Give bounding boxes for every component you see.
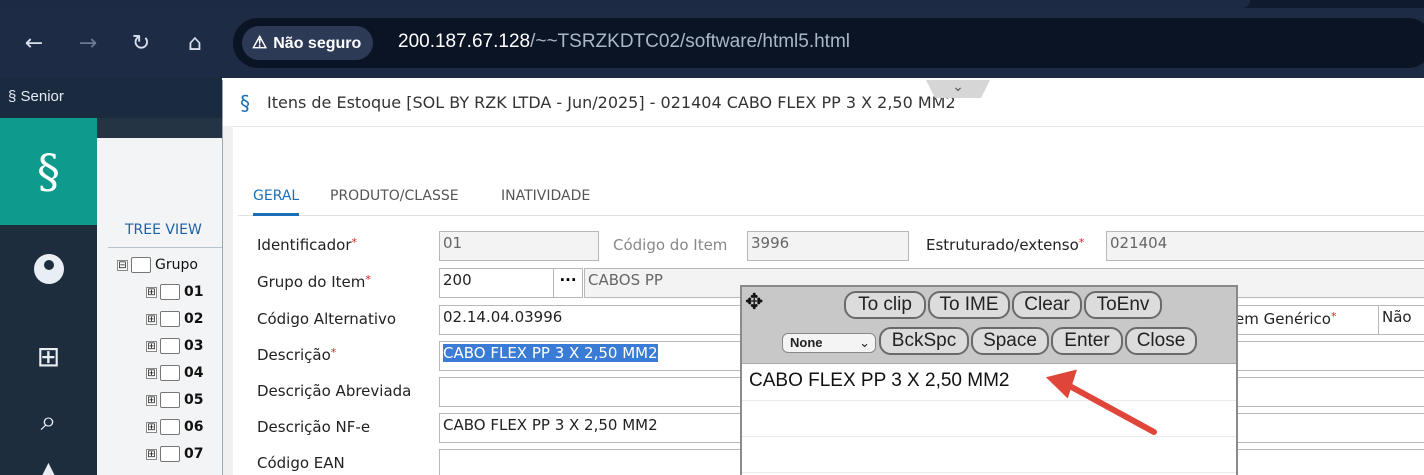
brand: § Senior <box>8 88 64 105</box>
folder-icon <box>160 392 180 408</box>
folder-icon <box>160 311 180 327</box>
home-icon[interactable]: ⌂ <box>181 30 209 58</box>
estruturado-label: Estruturado/extenso* <box>926 236 1085 254</box>
to-env-button[interactable]: ToEnv <box>1084 291 1162 319</box>
chevron-down-icon: ⌄ <box>859 335 870 350</box>
folder-icon <box>160 419 180 435</box>
tab-inatividade[interactable]: INATIVIDADE <box>501 184 590 216</box>
tree-item-label: 04 <box>184 365 204 381</box>
to-clip-button[interactable]: To clip <box>844 291 926 319</box>
identificador-field[interactable]: 01 <box>439 231 599 261</box>
clear-button[interactable]: Clear <box>1012 291 1082 319</box>
tree-view-title: TREE VIEW <box>125 222 202 238</box>
tree-item[interactable]: ⊞ 04 <box>146 365 203 391</box>
tree-item-label: 02 <box>184 311 204 327</box>
ime-mode-select[interactable]: None ⌄ <box>782 333 876 353</box>
close-button[interactable]: Close <box>1125 327 1197 355</box>
tree-item-label: 07 <box>184 446 204 462</box>
descricao-abreviada-label: Descrição Abreviada <box>257 382 412 400</box>
collapse-chevron-icon[interactable]: ⌄ <box>926 80 990 98</box>
address-bar[interactable]: ⚠ Não seguro 200.187.67.128/~~TSRZKDTC02/… <box>233 18 1424 68</box>
expand-icon[interactable]: ⊞ <box>146 421 157 433</box>
folder-icon <box>131 257 151 273</box>
tree-item-label: 03 <box>184 338 204 354</box>
grupo-item-label: Grupo do Item* <box>257 273 371 291</box>
side-rail: § ⊞ ⌕ ▲ <box>0 118 97 475</box>
user-icon[interactable] <box>0 254 97 288</box>
annotation-arrow-icon <box>1045 369 1157 435</box>
tree-item-label: 05 <box>184 392 204 408</box>
tree-item[interactable]: ⊞ 05 <box>146 392 203 418</box>
tab-bar: GERAL PRODUTO/CLASSE INATIVIDADE <box>238 184 1424 216</box>
ime-text-line <box>742 472 1236 473</box>
grupo-lookup-button[interactable]: ··· <box>553 268 583 298</box>
enter-button[interactable]: Enter <box>1051 327 1123 355</box>
apps-grid-icon[interactable]: ⊞ <box>0 340 97 373</box>
ime-text: CABO FLEX PP 3 X 2,50 MM2 <box>749 370 1010 391</box>
expand-icon[interactable]: ⊞ <box>146 313 157 325</box>
tree-item[interactable]: ⊟ Grupo <box>117 257 198 283</box>
window-title: Itens de Estoque [SOL BY RZK LTDA - Jun/… <box>267 93 956 112</box>
window-left-border <box>223 126 233 475</box>
move-icon[interactable]: ✥ <box>745 290 763 315</box>
tree-item[interactable]: ⊞ 02 <box>146 311 203 337</box>
tree-item[interactable]: ⊞ 03 <box>146 338 203 364</box>
folder-icon <box>160 338 180 354</box>
expand-icon[interactable]: ⊞ <box>146 367 157 379</box>
title-divider <box>233 126 1424 127</box>
grupo-item-field[interactable]: 200 <box>439 268 555 298</box>
tree-item-label: 01 <box>184 284 204 300</box>
folder-icon <box>160 446 180 462</box>
estruturado-field[interactable]: 021404 <box>1106 231 1424 261</box>
tree-item-label: 06 <box>184 419 204 435</box>
expand-icon[interactable]: ⊞ <box>146 394 157 406</box>
window-logo-icon: § <box>240 91 250 115</box>
search-icon[interactable]: ⌕ <box>0 404 97 438</box>
tree-item[interactable]: ⊞ 01 <box>146 284 203 310</box>
tab-produto-classe[interactable]: PRODUTO/CLASSE <box>330 184 459 216</box>
to-ime-button[interactable]: To IME <box>928 291 1010 319</box>
tree-panel-header <box>97 118 222 138</box>
warning-icon: ⚠ <box>252 33 268 52</box>
collapse-icon[interactable]: ⊟ <box>117 259 128 271</box>
forward-icon[interactable]: → <box>74 30 102 58</box>
codigo-item-field[interactable]: 3996 <box>747 231 909 261</box>
descricao-selected-text: CABO FLEX PP 3 X 2,50 MM2 <box>443 344 658 362</box>
codigo-alternativo-label: Código Alternativo <box>257 310 397 328</box>
window-titlebar: § Itens de Estoque [SOL BY RZK LTDA - Ju… <box>223 80 1424 126</box>
descricao-nfe-label: Descrição NF-e <box>257 418 371 436</box>
generico-label: em Genérico* <box>1235 310 1337 328</box>
descricao-label: Descrição* <box>257 346 337 364</box>
browser-toolbar: ← → ↻ ⌂ ⚠ Não seguro 200.187.67.128/~~TSR… <box>0 8 1424 78</box>
generico-select[interactable]: Não <box>1378 305 1424 335</box>
browser-active-tab[interactable] <box>0 0 1250 8</box>
tree-item[interactable]: ⊞ 07 <box>146 446 203 472</box>
folder-icon <box>160 284 180 300</box>
expand-icon[interactable]: ⊞ <box>146 340 157 352</box>
expand-icon[interactable]: ⊞ <box>146 286 157 298</box>
codigo-ean-label: Código EAN <box>257 454 345 472</box>
expand-icon[interactable]: ⊞ <box>146 448 157 460</box>
identificador-label: Identificador* <box>257 236 357 254</box>
url-text[interactable]: 200.187.67.128/~~TSRZKDTC02/software/htm… <box>398 31 850 53</box>
tree-item[interactable]: ⊞ 06 <box>146 419 203 445</box>
space-button[interactable]: Space <box>971 327 1049 355</box>
codigo-item-label: Código do Item <box>613 236 728 254</box>
security-chip[interactable]: ⚠ Não seguro <box>242 26 374 60</box>
app-header: § Senior <box>0 78 222 118</box>
backspace-button[interactable]: BckSpc <box>879 327 969 355</box>
tree-item-label: Grupo <box>155 257 198 273</box>
senior-logo-icon[interactable]: § <box>0 118 97 225</box>
tab-geral[interactable]: GERAL <box>253 184 300 216</box>
browser-tab-strip <box>0 0 1424 8</box>
reload-icon[interactable]: ↻ <box>127 30 155 58</box>
folder-icon <box>160 365 180 381</box>
chevron-up-icon[interactable]: ▲ <box>0 458 97 475</box>
tree-divider <box>108 247 222 248</box>
back-icon[interactable]: ← <box>20 30 48 58</box>
